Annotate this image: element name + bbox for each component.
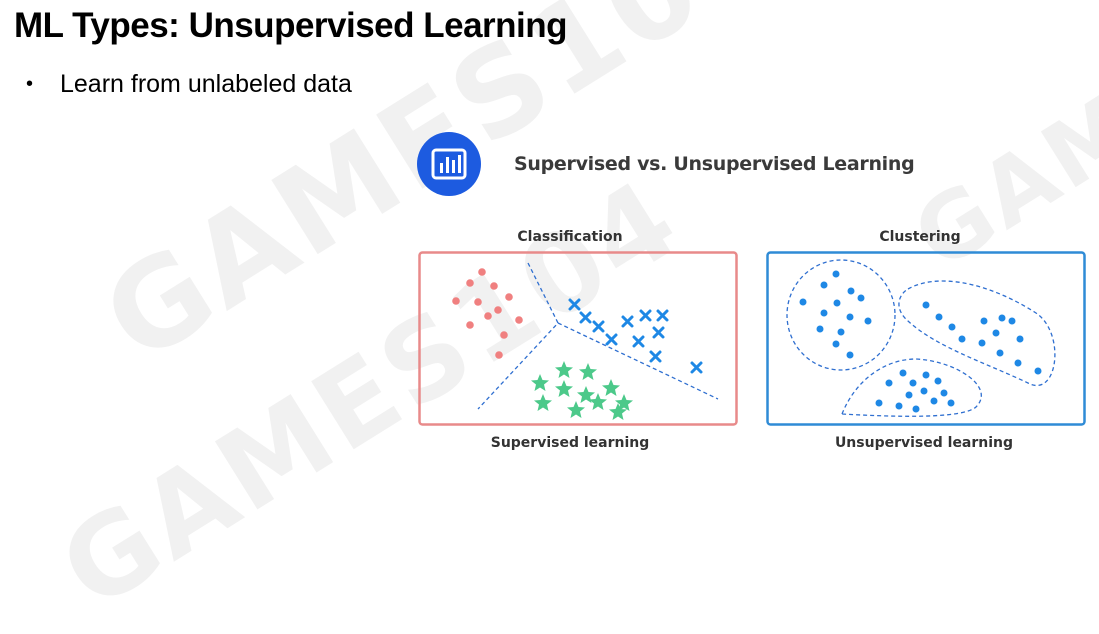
supervised-caption: Supervised learning	[490, 435, 650, 451]
bar-chart-glyph	[431, 148, 467, 180]
decision-boundary	[557, 322, 719, 400]
bullet-icon: •	[26, 73, 34, 95]
bar-chart-icon	[417, 132, 481, 196]
classification-panel	[418, 251, 738, 426]
slide-title: ML Types: Unsupervised Learning	[14, 6, 568, 45]
blue-cross-points	[568, 298, 703, 374]
bullet-item: • Learn from unlabeled data	[26, 70, 352, 99]
cluster-points	[799, 270, 1042, 413]
classification-heading: Classification	[517, 229, 623, 245]
clustering-heading: Clustering	[879, 229, 961, 245]
unsupervised-caption: Unsupervised learning	[834, 435, 1014, 451]
decision-boundary	[477, 262, 559, 410]
red-points	[452, 268, 523, 359]
cluster-outlines	[786, 259, 1056, 417]
clustering-panel	[766, 251, 1086, 426]
figure-title: Supervised vs. Unsupervised Learning	[514, 153, 915, 175]
bullet-text: Learn from unlabeled data	[60, 70, 352, 98]
comparison-figure: Supervised vs. Unsupervised Learning Cla…	[410, 125, 1099, 461]
clustering-border	[766, 251, 1086, 426]
green-star-points	[531, 361, 633, 420]
classification-border	[418, 251, 738, 426]
